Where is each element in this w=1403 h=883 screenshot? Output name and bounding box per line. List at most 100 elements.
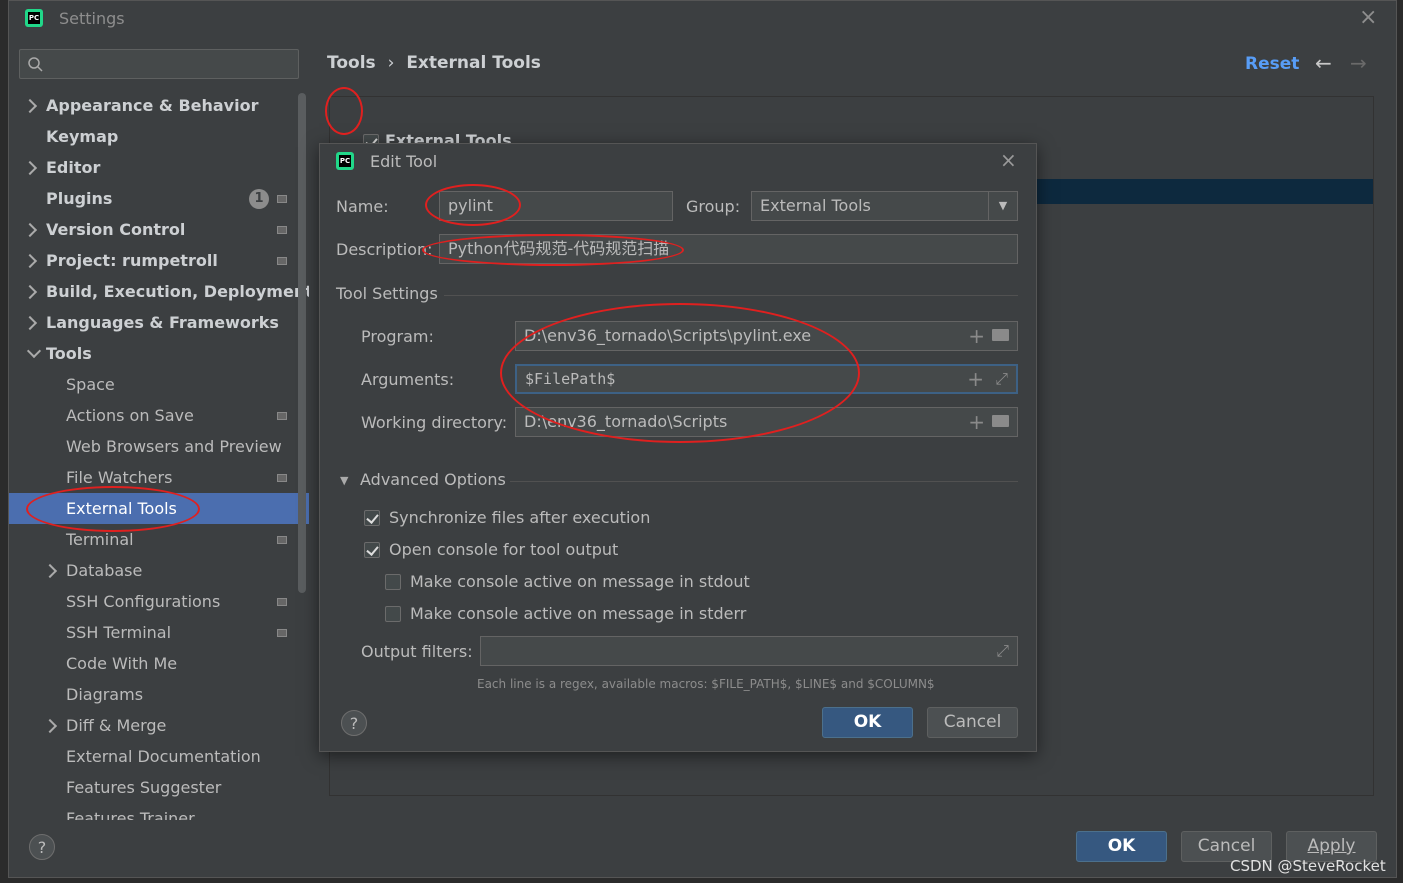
insert-macro-icon[interactable]: + <box>968 408 985 436</box>
tree-item-label: Actions on Save <box>66 406 194 425</box>
tree-tools[interactable]: Tools <box>9 338 309 369</box>
output-filters-field[interactable]: ⤢ <box>480 636 1018 666</box>
program-value: D:\env36_tornado\Scripts\pylint.exe <box>524 326 812 345</box>
insert-macro-icon[interactable]: + <box>968 322 985 350</box>
pycharm-logo-icon: PC <box>336 152 354 170</box>
open-console-label: Open console for tool output <box>389 540 619 559</box>
tree-keymap[interactable]: Keymap <box>9 121 309 152</box>
working-directory-label: Working directory: <box>361 413 508 432</box>
dialog-help-icon[interactable]: ? <box>341 710 367 736</box>
tree-item-label: Build, Execution, Deployment <box>46 282 309 301</box>
tree-external-tools[interactable]: External Tools <box>9 493 309 524</box>
tree-code-with-me[interactable]: Code With Me <box>9 648 309 679</box>
tree-diff-merge[interactable]: Diff & Merge <box>9 710 309 741</box>
tree-diagrams[interactable]: Diagrams <box>9 679 309 710</box>
window-close-icon[interactable]: × <box>1359 5 1377 30</box>
project-settings-icon <box>277 629 287 637</box>
dialog-cancel-button[interactable]: Cancel <box>927 707 1018 738</box>
project-settings-icon <box>277 195 287 203</box>
project-settings-icon <box>277 474 287 482</box>
tree-plugins[interactable]: Plugins 1 <box>9 183 309 214</box>
program-label: Program: <box>361 327 434 346</box>
settings-ok-button[interactable]: OK <box>1076 831 1167 862</box>
group-label: Group: <box>686 197 741 216</box>
working-directory-field[interactable]: D:\env36_tornado\Scripts + <box>515 407 1018 437</box>
expand-icon[interactable]: ⤢ <box>995 366 1008 392</box>
tree-item-label: Keymap <box>46 127 119 146</box>
sidebar-scrollbar[interactable] <box>298 93 306 593</box>
dialog-ok-button[interactable]: OK <box>822 707 913 738</box>
tree-database[interactable]: Database <box>9 555 309 586</box>
chevron-right-icon <box>22 160 38 176</box>
description-label: Description: <box>336 240 433 259</box>
console-stderr-checkbox[interactable] <box>385 606 401 622</box>
tree-item-label: Code With Me <box>66 654 178 673</box>
project-settings-icon <box>277 598 287 606</box>
tree-item-label: Database <box>66 561 143 580</box>
forward-arrow-icon[interactable]: → <box>1350 51 1367 75</box>
tree-editor[interactable]: Editor <box>9 152 309 183</box>
open-console-checkbox[interactable] <box>364 542 380 558</box>
console-stderr-label: Make console active on message in stderr <box>410 604 747 623</box>
tree-ssh-configurations[interactable]: SSH Configurations <box>9 586 309 617</box>
dialog-close-icon[interactable]: × <box>1000 148 1017 172</box>
tree-item-label: Plugins <box>46 189 113 208</box>
output-filters-label: Output filters: <box>361 642 473 661</box>
tree-item-label: Version Control <box>46 220 186 239</box>
collapse-triangle-icon[interactable]: ▼ <box>340 474 348 487</box>
advanced-options-heading[interactable]: Advanced Options <box>360 470 506 489</box>
tree-item-label: Features Suggester <box>66 778 222 797</box>
tree-appearance-behavior[interactable]: Appearance & Behavior <box>9 90 309 121</box>
tree-build-execution[interactable]: Build, Execution, Deployment <box>9 276 309 307</box>
chevron-down-icon <box>26 343 42 359</box>
folder-icon[interactable] <box>992 415 1009 427</box>
sync-files-checkbox[interactable] <box>364 510 380 526</box>
tree-external-documentation[interactable]: External Documentation <box>9 741 309 772</box>
folder-icon[interactable] <box>992 329 1009 341</box>
tree-languages-frameworks[interactable]: Languages & Frameworks <box>9 307 309 338</box>
console-stdout-checkbox[interactable] <box>385 574 401 590</box>
reset-link[interactable]: Reset <box>1245 54 1299 74</box>
tree-item-label: Terminal <box>66 530 134 549</box>
tree-item-label: File Watchers <box>66 468 173 487</box>
project-settings-icon <box>277 226 287 234</box>
chevron-down-icon[interactable]: ▼ <box>988 192 1017 220</box>
window-title: Settings <box>59 9 125 28</box>
tree-file-watchers[interactable]: File Watchers <box>9 462 309 493</box>
breadcrumb-parent[interactable]: Tools <box>327 53 376 73</box>
tree-web-browsers[interactable]: Web Browsers and Preview <box>9 431 309 462</box>
breadcrumb: Tools › External Tools <box>327 53 541 73</box>
chevron-right-icon <box>22 284 38 300</box>
expand-icon[interactable]: ⤢ <box>996 637 1009 665</box>
tree-item-label: External Tools <box>66 499 177 518</box>
pycharm-logo-icon: PC <box>25 9 43 27</box>
tree-ssh-terminal[interactable]: SSH Terminal <box>9 617 309 648</box>
dialog-title: Edit Tool <box>370 152 438 171</box>
group-select[interactable]: External Tools ▼ <box>751 191 1018 221</box>
tree-space[interactable]: Space <box>9 369 309 400</box>
tree-actions-on-save[interactable]: Actions on Save <box>9 400 309 431</box>
program-field[interactable]: D:\env36_tornado\Scripts\pylint.exe + <box>515 321 1018 351</box>
insert-macro-icon[interactable]: + <box>967 366 984 392</box>
tree-project[interactable]: Project: rumpetroll <box>9 245 309 276</box>
tree-features-suggester[interactable]: Features Suggester <box>9 772 309 803</box>
name-field[interactable]: pylint <box>439 191 673 221</box>
tree-version-control[interactable]: Version Control <box>9 214 309 245</box>
settings-search-input[interactable] <box>19 49 299 79</box>
arguments-label: Arguments: <box>361 370 455 389</box>
chevron-right-icon <box>42 718 58 734</box>
settings-help-icon[interactable]: ? <box>29 834 55 860</box>
description-field[interactable]: Python代码规范-代码规范扫描 <box>439 234 1018 264</box>
tree-item-label: Space <box>66 375 115 394</box>
arguments-field[interactable]: $FilePath$ + ⤢ <box>515 364 1018 394</box>
tree-item-label: Editor <box>46 158 101 177</box>
back-arrow-icon[interactable]: ← <box>1315 51 1332 75</box>
tree-item-label: Project: rumpetroll <box>46 251 218 270</box>
tree-item-label: Web Browsers and Preview <box>66 437 282 456</box>
breadcrumb-separator-icon: › <box>387 53 395 73</box>
title-bar: PC Settings × <box>9 1 1396 37</box>
edit-tool-dialog: PC Edit Tool × Name: pylint Group: Exter… <box>319 143 1037 752</box>
tree-terminal[interactable]: Terminal <box>9 524 309 555</box>
project-settings-icon <box>277 412 287 420</box>
tree-features-trainer[interactable]: Features Trainer <box>9 803 309 820</box>
